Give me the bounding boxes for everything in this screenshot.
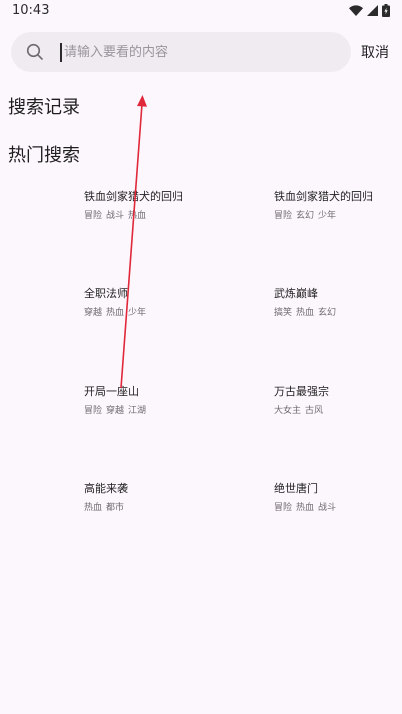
hot-search-item[interactable]: 高能来袭 热血 都市: [84, 482, 204, 514]
status-bar: 10:43: [0, 0, 402, 24]
wifi-icon: [349, 5, 363, 16]
hot-search-item-title: 绝世唐门: [274, 482, 318, 495]
tag: 玄幻: [296, 211, 315, 221]
search-bar[interactable]: [11, 32, 351, 72]
hot-search-item-tags: 搞笑 热血 玄幻: [274, 308, 394, 319]
signal-icon: [367, 5, 378, 16]
tag: 热血: [128, 211, 147, 221]
hot-search-item-title: 全职法师: [84, 287, 128, 300]
tag: 古风: [305, 406, 324, 416]
tag: 江湖: [128, 406, 147, 416]
hot-search-item-title: 高能来袭: [84, 482, 128, 495]
hot-search-item-title: 武炼巅峰: [274, 287, 318, 300]
tag: 穿越: [84, 308, 103, 318]
battery-icon: [382, 4, 390, 17]
tag: 搞笑: [274, 308, 293, 318]
tag: 战斗: [318, 503, 337, 513]
hot-search-item[interactable]: 铁血剑家猎犬的回归 冒险 战斗 热血: [84, 190, 204, 222]
cancel-button[interactable]: 取消: [361, 42, 389, 62]
status-time: 10:43: [12, 3, 50, 18]
hot-search-item[interactable]: 武炼巅峰 搞笑 热血 玄幻: [274, 287, 394, 319]
hot-search-item-tags: 大女主 古风: [274, 406, 394, 417]
tag: 冒险: [274, 211, 293, 221]
hot-search-item-tags: 热血 都市: [84, 503, 204, 514]
hot-search-title: 热门搜索: [8, 145, 80, 166]
tag: 热血: [84, 503, 103, 513]
hot-search-item-tags: 冒险 玄幻 少年: [274, 211, 394, 222]
tag: 冒险: [274, 503, 293, 513]
hot-search-item-tags: 冒险 战斗 热血: [84, 211, 204, 222]
hot-search-item[interactable]: 全职法师 穿越 热血 少年: [84, 287, 204, 319]
tag: 少年: [318, 211, 337, 221]
tag: 穿越: [106, 406, 125, 416]
hot-search-item[interactable]: 绝世唐门 冒险 热血 战斗: [274, 482, 394, 514]
tag: 热血: [106, 308, 125, 318]
tag: 少年: [128, 308, 147, 318]
tag: 热血: [296, 308, 315, 318]
search-icon: [26, 43, 44, 61]
tag: 都市: [106, 503, 125, 513]
tag: 冒险: [84, 406, 103, 416]
text-caret: [60, 43, 62, 62]
hot-search-item-title: 万古最强宗: [274, 385, 329, 398]
tag: 大女主: [274, 406, 302, 416]
tag: 战斗: [106, 211, 125, 221]
hot-search-item-tags: 穿越 热血 少年: [84, 308, 204, 319]
search-input[interactable]: [64, 32, 334, 72]
hot-search-item[interactable]: 铁血剑家猎犬的回归 冒险 玄幻 少年: [274, 190, 394, 222]
tag: 热血: [296, 503, 315, 513]
hot-search-item-title: 铁血剑家猎犬的回归: [274, 190, 373, 203]
tag: 冒险: [84, 211, 103, 221]
hot-search-item[interactable]: 开局一座山 冒险 穿越 江湖: [84, 385, 204, 417]
hot-search-item-title: 开局一座山: [84, 385, 139, 398]
hot-search-item-title: 铁血剑家猎犬的回归: [84, 190, 183, 203]
status-icons: [349, 4, 390, 17]
hot-search-item[interactable]: 万古最强宗 大女主 古风: [274, 385, 394, 417]
search-history-title: 搜索记录: [8, 97, 80, 118]
tag: 玄幻: [318, 308, 337, 318]
hot-search-item-tags: 冒险 穿越 江湖: [84, 406, 204, 417]
hot-search-item-tags: 冒险 热血 战斗: [274, 503, 394, 514]
